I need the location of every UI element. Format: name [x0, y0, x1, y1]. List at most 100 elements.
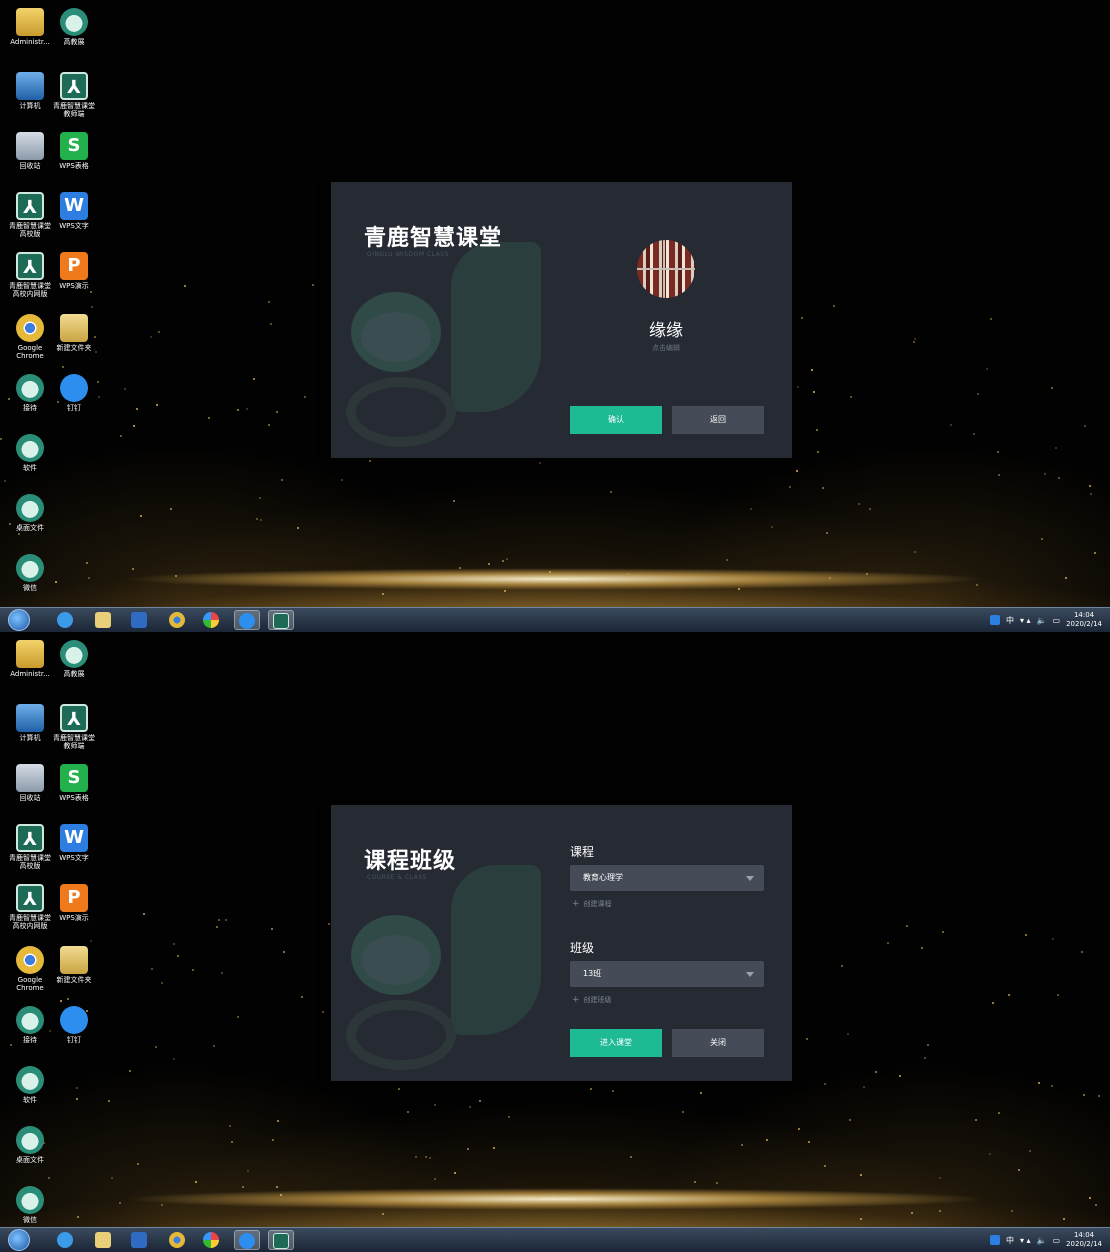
- desktop-icon-qinglu-intranet[interactable]: ⅄ 青鹿智慧课堂高校内网版: [8, 884, 52, 930]
- sparkle-dot: [815, 428, 818, 431]
- recycle-bin-icon: [16, 764, 44, 792]
- sparkle-dot: [913, 337, 916, 340]
- desktop-icon-recycle-bin[interactable]: 回收站: [8, 764, 52, 802]
- tray-arrows[interactable]: ▾ ▴: [1020, 616, 1031, 625]
- taskbar-chrome[interactable]: [164, 1230, 190, 1250]
- enter-classroom-button[interactable]: 进入课堂: [570, 1029, 662, 1057]
- input-method-icon[interactable]: [989, 615, 1000, 625]
- desktop-icon-recycle-bin[interactable]: 回收站: [8, 132, 52, 170]
- desktop-icon-computer[interactable]: 计算机: [8, 704, 52, 742]
- sparkle-dot: [4, 480, 7, 483]
- create-class-link[interactable]: + 创建班级: [572, 995, 612, 1005]
- taskbar-ie[interactable]: [52, 1230, 78, 1250]
- desktop-icon-jiedai[interactable]: 接待: [8, 374, 52, 412]
- desktop-icon-gaojiaozhan[interactable]: 高教展: [52, 640, 96, 678]
- sparkle-dot: [977, 393, 980, 396]
- taskbar-dingtalk[interactable]: [234, 610, 260, 630]
- taskbar-media-player[interactable]: [126, 1230, 152, 1250]
- desktop-icon-chrome[interactable]: Google Chrome: [8, 314, 52, 360]
- start-button[interactable]: [8, 609, 30, 631]
- sparkle-dot: [136, 1162, 139, 1165]
- sparkle-dot: [18, 532, 21, 535]
- desktop-icon-new-folder[interactable]: 新建文件夹: [52, 946, 96, 984]
- taskbar-explorer[interactable]: [90, 610, 116, 630]
- sparkle-dot: [848, 1118, 851, 1121]
- desktop-icon-qinglu-intranet[interactable]: ⅄ 青鹿智慧课堂高校内网版: [8, 252, 52, 298]
- clock[interactable]: 14:04 2020/2/14: [1066, 1231, 1102, 1249]
- desktop-icon-software[interactable]: 软件: [8, 434, 52, 472]
- sparkle-dot: [246, 1170, 249, 1173]
- wps-spreadsheet-icon: S: [60, 132, 88, 160]
- taskbar-dingtalk[interactable]: [234, 1230, 260, 1250]
- sparkle-dot: [1057, 993, 1060, 996]
- sparkle-dot: [850, 395, 853, 398]
- desktop-icon-desktop-files[interactable]: 桌面文件: [8, 494, 52, 532]
- course-label: 课程: [570, 845, 595, 859]
- close-button[interactable]: 关闭: [672, 1029, 764, 1057]
- desktop-icon-wps-writer[interactable]: W WPS文字: [52, 824, 96, 862]
- sparkle-dot: [208, 416, 211, 419]
- network-icon[interactable]: ▭: [1053, 616, 1061, 625]
- taskbar-media-player[interactable]: [126, 610, 152, 630]
- desktop-icon-administrator[interactable]: Administr...: [8, 640, 52, 678]
- desktop-icon-gaojiaozhan[interactable]: 高教展: [52, 8, 96, 46]
- course-select[interactable]: 教育心理学: [570, 865, 764, 891]
- sparkle-dot: [303, 395, 306, 398]
- folder-icon: [60, 946, 88, 974]
- confirm-button[interactable]: 确认: [570, 406, 662, 434]
- taskbar-qinglu[interactable]: [268, 610, 294, 630]
- sparkle-dot: [1011, 1209, 1014, 1212]
- sparkle-dot: [142, 912, 145, 915]
- desktop-icon-wps-sheet[interactable]: S WPS表格: [52, 764, 96, 802]
- desktop-icon-wechat[interactable]: 微信: [8, 1186, 52, 1224]
- taskbar-ie[interactable]: [52, 610, 78, 630]
- qinglu-app-icon: ⅄: [16, 252, 44, 280]
- desktop-icon-computer[interactable]: 计算机: [8, 72, 52, 110]
- back-button[interactable]: 返回: [672, 406, 764, 434]
- volume-icon[interactable]: 🔈: [1037, 1236, 1047, 1245]
- desktop-icon-qinglu-univ[interactable]: ⅄ 青鹿智慧课堂高校版: [8, 824, 52, 870]
- ime-indicator[interactable]: 中: [1006, 1235, 1014, 1246]
- desktop-icon-jiedai[interactable]: 接待: [8, 1006, 52, 1044]
- volume-icon[interactable]: 🔈: [1037, 616, 1047, 625]
- desktop-icon-wechat[interactable]: 微信: [8, 554, 52, 592]
- class-select[interactable]: 13班: [570, 961, 764, 987]
- taskbar-360-browser[interactable]: [198, 610, 224, 630]
- create-course-link[interactable]: + 创建课程: [572, 899, 612, 909]
- desktop-icon-wps-present[interactable]: P WPS演示: [52, 252, 96, 290]
- sparkle-dot: [1040, 538, 1043, 541]
- sparkle-dot: [89, 291, 92, 294]
- desktop-icon-dingtalk[interactable]: 钉钉: [52, 374, 96, 412]
- desktop-icon-software[interactable]: 软件: [8, 1066, 52, 1104]
- sparkle-dot: [429, 1156, 432, 1159]
- start-button[interactable]: [8, 1229, 30, 1251]
- taskbar-chrome[interactable]: [164, 610, 190, 630]
- desktop-icon-new-folder[interactable]: 新建文件夹: [52, 314, 96, 352]
- clock[interactable]: 14:04 2020/2/14: [1066, 611, 1102, 629]
- robot-mascot-icon: [60, 8, 88, 36]
- desktop-icon-qinglu-univ[interactable]: ⅄ 青鹿智慧课堂高校版: [8, 192, 52, 238]
- tray-arrows[interactable]: ▾ ▴: [1020, 1236, 1031, 1245]
- desktop-icon-wps-present[interactable]: P WPS演示: [52, 884, 96, 922]
- edit-profile-link[interactable]: 点击编辑: [607, 343, 725, 353]
- user-avatar[interactable]: [637, 240, 695, 298]
- desktop-icon-qinglu-teacher[interactable]: ⅄ 青鹿智慧课堂教师端: [52, 72, 96, 118]
- desktop-icon-desktop-files[interactable]: 桌面文件: [8, 1126, 52, 1164]
- sparkle-dot: [840, 965, 843, 968]
- ime-indicator[interactable]: 中: [1006, 615, 1014, 626]
- desktop-icon-administrator[interactable]: Administr...: [8, 8, 52, 46]
- dingtalk-icon: [60, 374, 88, 402]
- desktop-icon-wps-writer[interactable]: W WPS文字: [52, 192, 96, 230]
- folder-user-icon: [16, 8, 44, 36]
- input-method-icon[interactable]: [989, 1235, 1000, 1245]
- desktop-icon-qinglu-teacher[interactable]: ⅄ 青鹿智慧课堂教师端: [52, 704, 96, 750]
- wps-writer-icon: W: [60, 192, 88, 220]
- taskbar-qinglu[interactable]: [268, 1230, 294, 1250]
- desktop-icon-chrome[interactable]: Google Chrome: [8, 946, 52, 992]
- desktop-icon-dingtalk[interactable]: 钉钉: [52, 1006, 96, 1044]
- desktop-icon-wps-sheet[interactable]: S WPS表格: [52, 132, 96, 170]
- taskbar-360-browser[interactable]: [198, 1230, 224, 1250]
- sparkle-dot: [1088, 485, 1091, 488]
- network-icon[interactable]: ▭: [1053, 1236, 1061, 1245]
- taskbar-explorer[interactable]: [90, 1230, 116, 1250]
